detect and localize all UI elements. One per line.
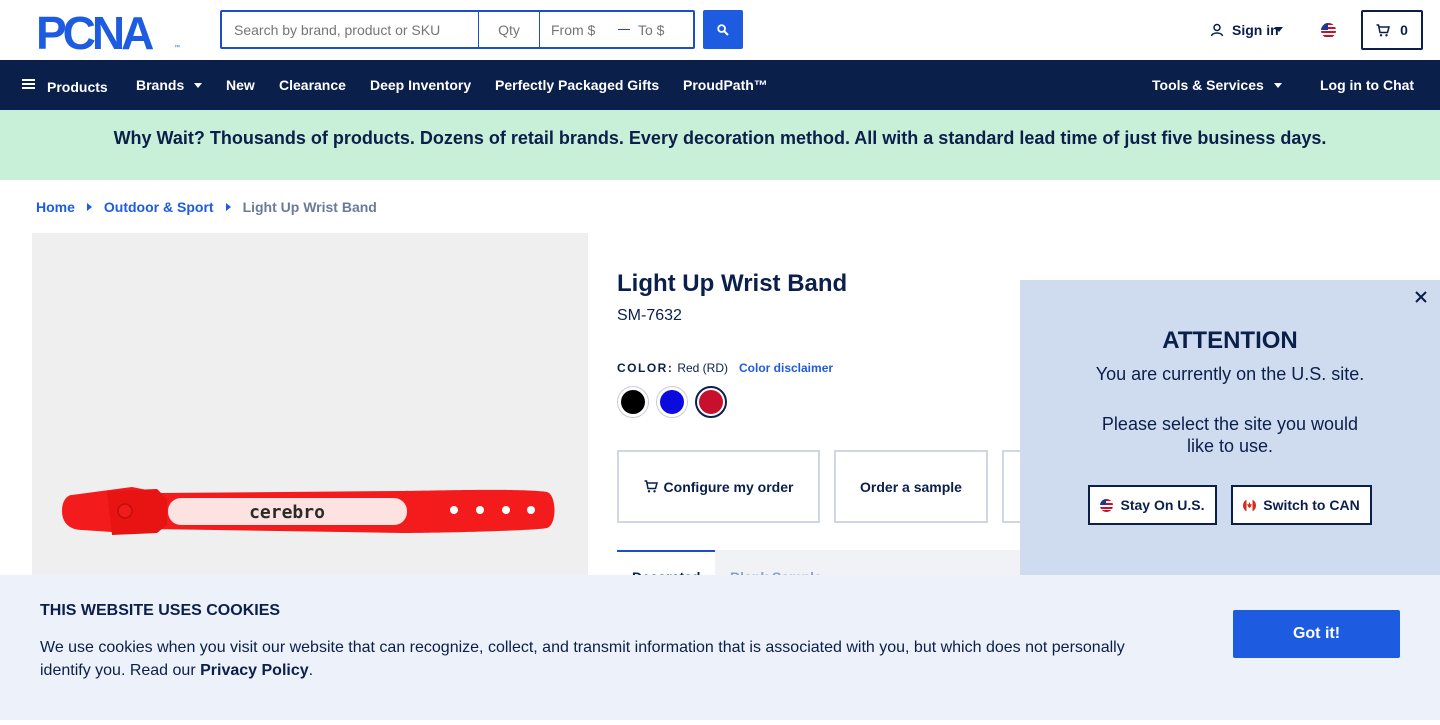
order-sample-label: Order a sample <box>860 478 962 495</box>
nav-gifts[interactable]: Perfectly Packaged Gifts <box>495 77 659 93</box>
switch-can-button[interactable]: Switch to CAN <box>1231 485 1372 525</box>
svg-text:™: ™ <box>174 44 180 50</box>
color-value: Red (RD) <box>677 361 728 375</box>
price-range-dash <box>618 28 630 31</box>
us-flag-icon <box>1100 498 1114 512</box>
swatch-red[interactable] <box>695 386 727 418</box>
nav-tools-label: Tools & Services <box>1152 77 1264 93</box>
swatch-black[interactable] <box>617 386 649 418</box>
us-flag-icon[interactable] <box>1321 23 1336 38</box>
stay-us-button[interactable]: Stay On U.S. <box>1088 485 1217 525</box>
breadcrumb-current: Light Up Wrist Band <box>242 199 377 215</box>
user-icon <box>1210 23 1224 37</box>
modal-message: You are currently on the U.S. site. <box>1095 364 1365 384</box>
nav-chat[interactable]: Log in to Chat <box>1320 77 1414 93</box>
cart-button[interactable]: 0 <box>1361 10 1423 50</box>
nav-products[interactable]: Products <box>22 77 108 95</box>
nav-clearance[interactable]: Clearance <box>279 77 346 93</box>
cookie-banner: THIS WEBSITE USES COOKIES We use cookies… <box>0 575 1440 720</box>
logo-text: PCNA <box>36 12 153 50</box>
price-to-input[interactable] <box>636 12 692 47</box>
sign-in-link[interactable]: Sign in <box>1210 22 1283 38</box>
quantity-input[interactable] <box>479 12 539 47</box>
search-button[interactable] <box>703 10 743 49</box>
cart-count: 0 <box>1400 22 1408 38</box>
canada-flag-icon <box>1243 498 1257 512</box>
pcna-logo[interactable]: PCNA ™ <box>36 7 184 59</box>
cookie-title: THIS WEBSITE USES COOKIES <box>40 602 281 619</box>
product-sku: SM-7632 <box>617 307 682 324</box>
modal-title: ATTENTION <box>1162 327 1298 354</box>
swatch-blue[interactable] <box>656 386 688 418</box>
cart-icon <box>644 480 658 493</box>
nav-tools-services[interactable]: Tools & Services <box>1152 77 1282 93</box>
accept-cookies-button[interactable]: Got it! <box>1233 610 1400 658</box>
price-from-input[interactable] <box>540 12 612 47</box>
nav-new[interactable]: New <box>226 77 255 93</box>
breadcrumb: Home Outdoor & Sport Light Up Wrist Band <box>36 199 377 215</box>
top-header: PCNA ™ Sign in 0 <box>0 0 1440 60</box>
stay-us-label: Stay On U.S. <box>1120 497 1205 513</box>
breadcrumb-category[interactable]: Outdoor & Sport <box>104 199 214 215</box>
close-icon[interactable] <box>1412 288 1430 306</box>
search-input[interactable] <box>222 12 478 47</box>
search-bar <box>220 10 695 49</box>
sign-in-label: Sign in <box>1232 22 1279 38</box>
chevron-down-icon <box>194 83 203 88</box>
promo-banner: Why Wait? Thousands of products. Dozens … <box>0 110 1440 180</box>
configure-order-label: Configure my order <box>663 478 794 495</box>
switch-can-label: Switch to CAN <box>1263 497 1360 513</box>
color-label: COLOR: <box>617 361 674 375</box>
color-row: COLOR: Red (RD) Color disclaimer <box>617 361 833 375</box>
chevron-right-icon <box>225 203 231 211</box>
chevron-right-icon <box>86 203 92 211</box>
configure-order-button[interactable]: Configure my order <box>617 450 820 523</box>
main-nav: Products Brands New Clearance Deep Inven… <box>0 60 1440 110</box>
nav-brands-label: Brands <box>136 77 185 93</box>
product-imprint-text: cerebro <box>249 502 325 523</box>
order-sample-button[interactable]: Order a sample <box>834 450 988 523</box>
cart-icon <box>1376 23 1391 36</box>
breadcrumb-home[interactable]: Home <box>36 199 75 215</box>
cookie-text-block: We use cookies when you visit our websit… <box>40 636 1150 682</box>
privacy-policy-link[interactable]: Privacy Policy <box>200 662 309 679</box>
menu-icon <box>22 77 35 91</box>
nav-products-label: Products <box>47 79 108 95</box>
promo-text: Why Wait? Thousands of products. Dozens … <box>113 127 1327 148</box>
region-select-modal: ATTENTION You are currently on the U.S. … <box>1020 280 1440 580</box>
chevron-down-icon <box>1273 83 1282 88</box>
search-icon <box>717 23 729 36</box>
nav-brands[interactable]: Brands <box>136 77 203 93</box>
nav-deep-inventory[interactable]: Deep Inventory <box>370 77 471 93</box>
product-title: Light Up Wrist Band <box>617 270 848 297</box>
nav-proudpath[interactable]: ProudPath™ <box>683 77 768 93</box>
color-disclaimer-link[interactable]: Color disclaimer <box>739 361 833 375</box>
chevron-down-icon <box>1274 27 1283 32</box>
cookie-period: . <box>308 662 314 679</box>
modal-prompt: Please select the site you would like to… <box>1101 414 1359 456</box>
